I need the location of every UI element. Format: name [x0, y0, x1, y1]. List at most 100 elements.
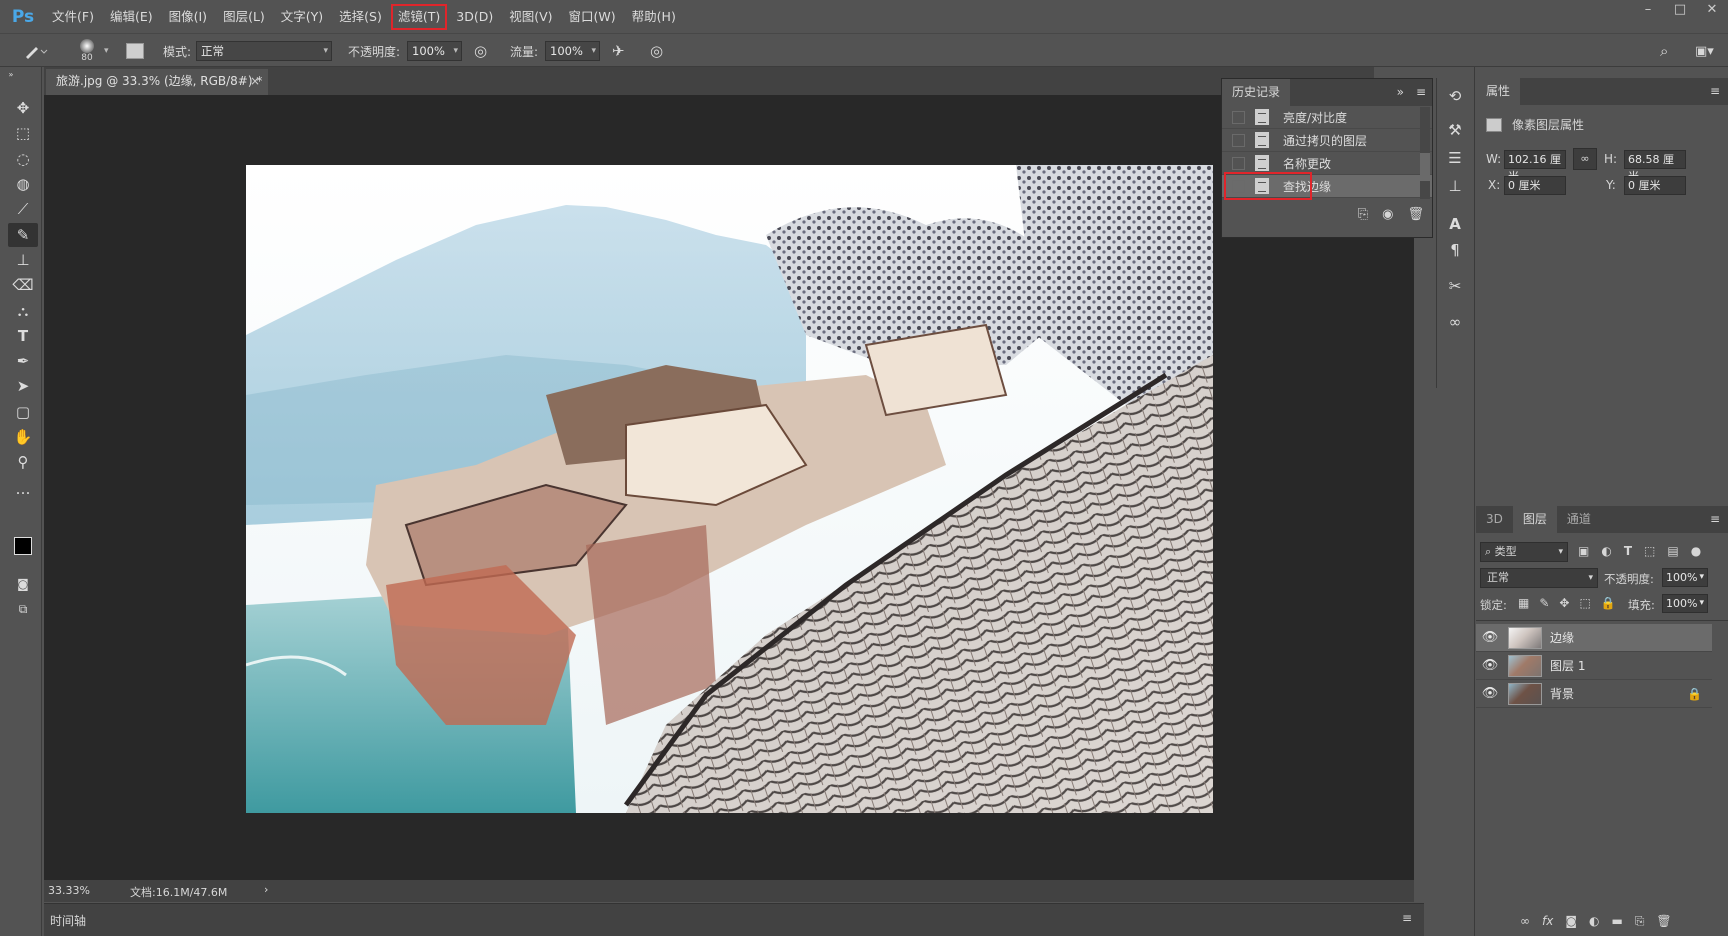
panel-menu-icon[interactable]: ≡: [1702, 506, 1728, 533]
history-item[interactable]: 亮度/对比度: [1222, 106, 1432, 129]
menu-3d[interactable]: 3D(D): [450, 5, 499, 29]
menu-image[interactable]: 图像(I): [163, 5, 213, 29]
layer-style-icon[interactable]: fx: [1542, 914, 1553, 929]
menu-filter[interactable]: 滤镜(T): [390, 3, 448, 30]
lock-pixels-icon[interactable]: ✎: [1539, 596, 1549, 610]
zoom-tool-icon[interactable]: ⚲: [8, 450, 38, 474]
brush-panel-toggle-icon[interactable]: [126, 34, 144, 68]
eye-icon[interactable]: 👁: [1476, 658, 1504, 673]
eraser-tool-icon[interactable]: ⌫: [8, 273, 38, 297]
history-scrollbar[interactable]: [1420, 107, 1430, 199]
pixel-filter-icon[interactable]: ▣: [1578, 544, 1589, 558]
search-icon[interactable]: ⌕: [1660, 34, 1668, 68]
hand-tool-icon[interactable]: ✋: [8, 425, 38, 449]
paragraph-panel-icon[interactable]: ¶: [1443, 238, 1467, 262]
lock-artboard-icon[interactable]: ⬚: [1579, 596, 1590, 610]
brush-tool-icon[interactable]: ✎: [8, 223, 38, 247]
filter-toggle-icon[interactable]: ●: [1691, 544, 1701, 558]
stamp-tool-icon[interactable]: ⊥: [8, 248, 38, 272]
quick-selection-tool-icon[interactable]: ◍: [8, 172, 38, 196]
layer-row[interactable]: 👁 图层 1: [1476, 652, 1712, 680]
opacity-field[interactable]: 100% ▾: [407, 34, 462, 68]
history-item-selected[interactable]: 查找边缘: [1222, 172, 1432, 200]
lock-transparency-icon[interactable]: ▦: [1518, 596, 1529, 610]
zoom-level[interactable]: 33.33%: [48, 884, 90, 897]
menu-file[interactable]: 文件(F): [46, 5, 100, 29]
shape-filter-icon[interactable]: ⬚: [1644, 544, 1655, 558]
collapse-arrows-icon[interactable]: »: [4, 69, 18, 79]
width-field[interactable]: 102.16 厘米: [1504, 150, 1566, 183]
type-tool-icon[interactable]: T: [8, 324, 38, 348]
snapshot-checkbox[interactable]: [1232, 110, 1245, 124]
menu-window[interactable]: 窗口(W): [563, 5, 622, 29]
layer-row[interactable]: 👁 背景 🔒: [1476, 680, 1712, 708]
menu-select[interactable]: 选择(S): [333, 5, 388, 29]
height-field[interactable]: 68.58 厘米: [1624, 150, 1686, 183]
tool-presets-icon[interactable]: ✂: [1443, 274, 1467, 298]
layer-row[interactable]: 👁 边缘: [1476, 624, 1712, 652]
properties-tab[interactable]: 属性: [1476, 78, 1521, 105]
menu-type[interactable]: 文字(Y): [275, 5, 329, 29]
snapshot-checkbox[interactable]: [1232, 156, 1245, 170]
document-image[interactable]: [246, 165, 1213, 813]
new-adjustment-layer-icon[interactable]: ◐: [1589, 914, 1599, 929]
character-panel-icon[interactable]: A: [1443, 212, 1467, 236]
move-tool-icon[interactable]: ✥: [8, 96, 38, 120]
history-tab[interactable]: 历史记录: [1222, 79, 1291, 106]
new-group-icon[interactable]: ▬: [1611, 914, 1622, 929]
new-document-from-state-icon[interactable]: ⎘: [1358, 207, 1368, 222]
menu-view[interactable]: 视图(V): [503, 5, 558, 29]
new-layer-icon[interactable]: ⎘: [1635, 914, 1645, 929]
camera-icon[interactable]: ◉: [1382, 207, 1393, 222]
adjustments-sliders-icon[interactable]: ☰: [1443, 146, 1467, 170]
paint-bucket-tool-icon[interactable]: ⛬: [8, 299, 38, 323]
trash-icon[interactable]: 🗑: [1656, 914, 1671, 929]
eyedropper-tool-icon[interactable]: ⟋: [8, 197, 38, 221]
panel-menu-icon[interactable]: ≡: [1410, 79, 1432, 106]
screen-mode-icon[interactable]: ⧉: [8, 597, 38, 621]
path-selection-tool-icon[interactable]: ➤: [8, 374, 38, 398]
layer-filter-select[interactable]: ⌕ 类型 ▾: [1480, 542, 1568, 562]
pressure-size-icon[interactable]: ◎: [650, 34, 663, 68]
menu-layer[interactable]: 图层(L): [217, 5, 271, 29]
type-filter-icon[interactable]: T: [1624, 544, 1632, 558]
flow-field[interactable]: 100% ▾: [545, 34, 600, 68]
layer-opacity-field[interactable]: 100% ▾: [1662, 568, 1708, 587]
lasso-tool-icon[interactable]: ◌: [8, 147, 38, 171]
tab-layers[interactable]: 图层: [1512, 506, 1557, 533]
lock-all-icon[interactable]: 🔒: [1601, 596, 1616, 610]
tab-3d[interactable]: 3D: [1476, 506, 1513, 533]
close-window-button[interactable]: ✕: [1696, 0, 1728, 22]
more-tools-icon[interactable]: …: [8, 477, 38, 501]
link-proportions-icon[interactable]: ∞: [1573, 148, 1597, 170]
x-field[interactable]: 0 厘米: [1504, 176, 1566, 195]
airbrush-icon[interactable]: ✈: [612, 34, 625, 68]
maximize-button[interactable]: □: [1664, 0, 1696, 22]
add-mask-icon[interactable]: ◙: [1565, 914, 1577, 929]
trash-icon[interactable]: 🗑: [1407, 207, 1424, 222]
eye-icon[interactable]: 👁: [1476, 630, 1504, 645]
workspace-switcher-icon[interactable]: ▣▾: [1695, 34, 1714, 68]
pressure-opacity-icon[interactable]: ◎: [474, 34, 487, 68]
lock-position-icon[interactable]: ✥: [1559, 596, 1569, 610]
quick-mask-icon[interactable]: ◙: [8, 572, 38, 596]
fill-field[interactable]: 100% ▾: [1662, 594, 1708, 613]
mode-select[interactable]: 正常 ▾: [196, 34, 332, 68]
smart-object-filter-icon[interactable]: ▤: [1667, 544, 1678, 558]
libraries-icon[interactable]: ∞: [1443, 310, 1467, 334]
clone-source-icon[interactable]: ⊥: [1443, 174, 1467, 198]
close-tab-icon[interactable]: ×: [250, 69, 260, 93]
marquee-tool-icon[interactable]: ⬚: [8, 121, 38, 145]
history-item[interactable]: 通过拷贝的图层: [1222, 129, 1432, 152]
menu-edit[interactable]: 编辑(E): [104, 5, 159, 29]
document-tab[interactable]: 旅游.jpg @ 33.3% (边缘, RGB/8#) * ×: [46, 69, 268, 95]
eye-icon[interactable]: 👁: [1476, 686, 1504, 701]
adjustment-filter-icon[interactable]: ◐: [1601, 544, 1611, 558]
timeline-tab[interactable]: 时间轴: [50, 912, 86, 929]
chevron-down-icon[interactable]: ▾: [104, 34, 109, 68]
pen-tool-icon[interactable]: ✒: [8, 349, 38, 373]
history-panel-icon[interactable]: ⟲: [1443, 84, 1467, 108]
shape-tool-icon[interactable]: ▢: [8, 400, 38, 424]
status-menu-arrow-icon[interactable]: ›: [264, 883, 268, 896]
menu-help[interactable]: 帮助(H): [626, 5, 682, 29]
